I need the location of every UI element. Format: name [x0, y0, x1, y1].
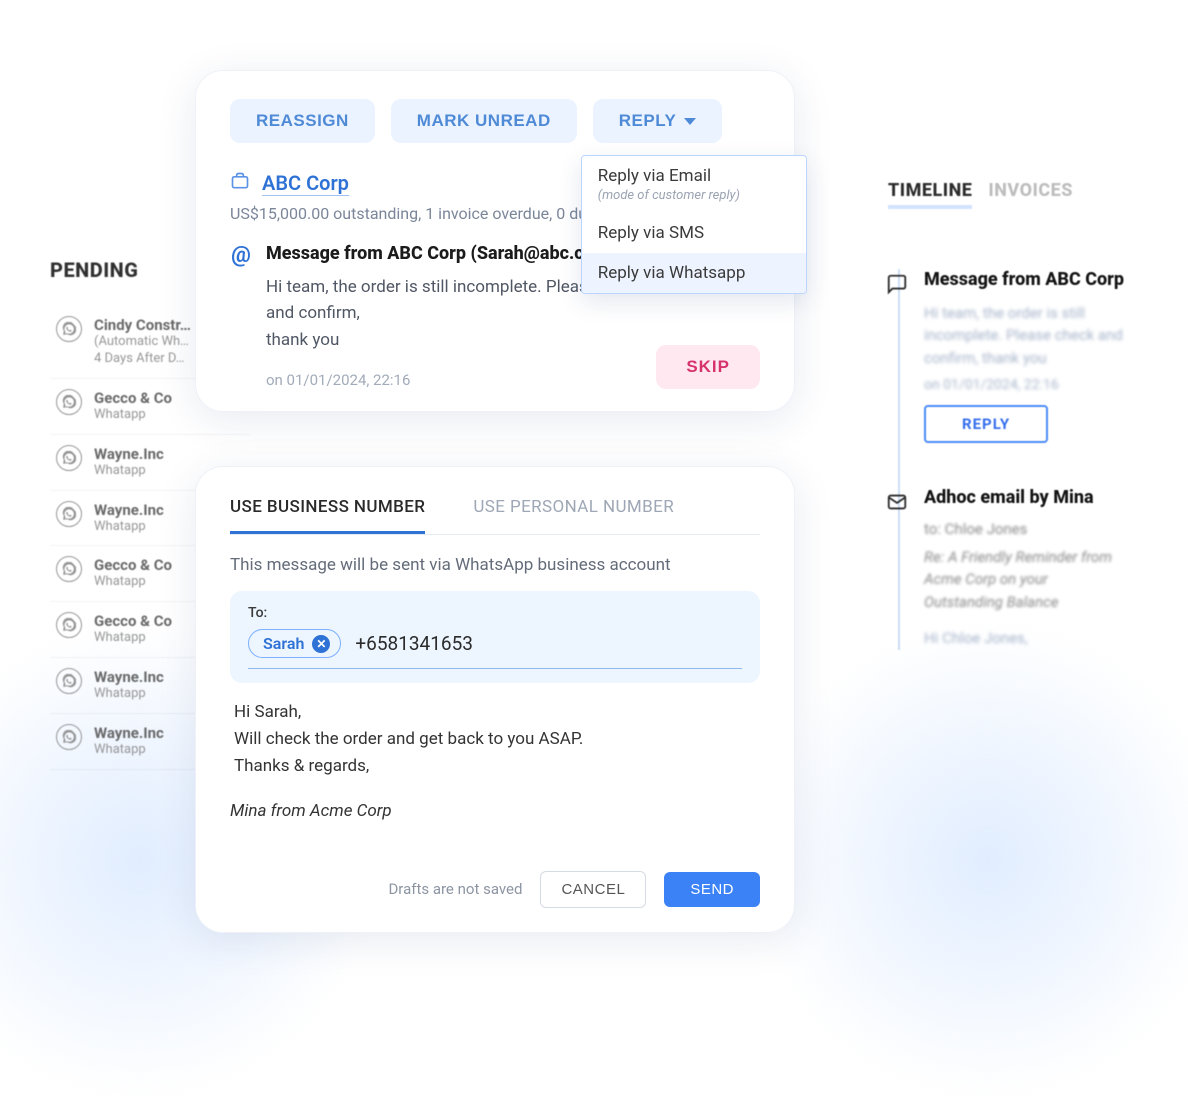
whatsapp-icon [56, 316, 82, 342]
timeline-item-title: Message from ABC Corp [924, 269, 1128, 292]
timeline-item: Adhoc email by Mina to: Chloe Jones Re: … [924, 487, 1128, 650]
message-card: REASSIGN MARK UNREAD REPLY Reply via Ema… [195, 70, 795, 412]
mark-unread-button[interactable]: MARK UNREAD [391, 99, 577, 143]
email-icon [882, 487, 912, 517]
remove-chip-icon[interactable]: ✕ [312, 635, 330, 653]
compose-note: This message will be sent via WhatsApp b… [230, 555, 760, 575]
reassign-button[interactable]: REASSIGN [230, 99, 375, 143]
message-icon [882, 269, 912, 299]
at-icon: @ [230, 243, 252, 268]
whatsapp-icon [56, 445, 82, 471]
timeline-panel: TIMELINE INVOICES Message from ABC Corp … [888, 180, 1128, 694]
timeline-item-title: Adhoc email by Mina [924, 487, 1128, 510]
recipient-chip[interactable]: Sarah ✕ [248, 629, 341, 658]
compose-body[interactable]: Hi Sarah,Will check the order and get ba… [230, 699, 760, 781]
whatsapp-icon [56, 389, 82, 415]
draft-note: Drafts are not saved [388, 880, 522, 898]
tab-timeline[interactable]: TIMELINE [888, 180, 972, 209]
send-button[interactable]: SEND [664, 872, 760, 907]
cancel-button[interactable]: CANCEL [540, 871, 646, 908]
company-link[interactable]: ABC Corp [262, 171, 349, 196]
compose-signature: Mina from Acme Corp [230, 801, 760, 821]
to-label: To: [248, 605, 742, 621]
reply-via-sms[interactable]: Reply via SMS [582, 213, 806, 253]
reply-dropdown: Reply via Email (mode of customer reply)… [581, 155, 807, 294]
briefcase-icon [230, 171, 250, 196]
reply-via-whatsapp[interactable]: Reply via Whatsapp [582, 253, 806, 293]
reply-button[interactable]: REPLY [593, 99, 723, 143]
recipient-phone: +6581341653 [355, 632, 473, 655]
skip-button[interactable]: SKIP [656, 345, 760, 389]
tab-business-number[interactable]: USE BUSINESS NUMBER [230, 497, 425, 534]
message-timestamp: on 01/01/2024, 22:16 [266, 371, 646, 389]
tab-invoices[interactable]: INVOICES [988, 180, 1073, 209]
chevron-down-icon [684, 118, 696, 125]
tab-personal-number[interactable]: USE PERSONAL NUMBER [473, 497, 674, 534]
whatsapp-icon [56, 501, 82, 527]
whatsapp-icon [56, 556, 82, 582]
timeline-reply-button[interactable]: REPLY [924, 405, 1048, 443]
recipient-box: To: Sarah ✕ +6581341653 [230, 591, 760, 683]
timeline-item: Message from ABC Corp Hi team, the order… [924, 269, 1128, 443]
whatsapp-icon [56, 668, 82, 694]
whatsapp-icon [56, 724, 82, 750]
reply-via-email[interactable]: Reply via Email (mode of customer reply) [582, 156, 806, 213]
whatsapp-icon [56, 612, 82, 638]
compose-card: USE BUSINESS NUMBER USE PERSONAL NUMBER … [195, 466, 795, 933]
